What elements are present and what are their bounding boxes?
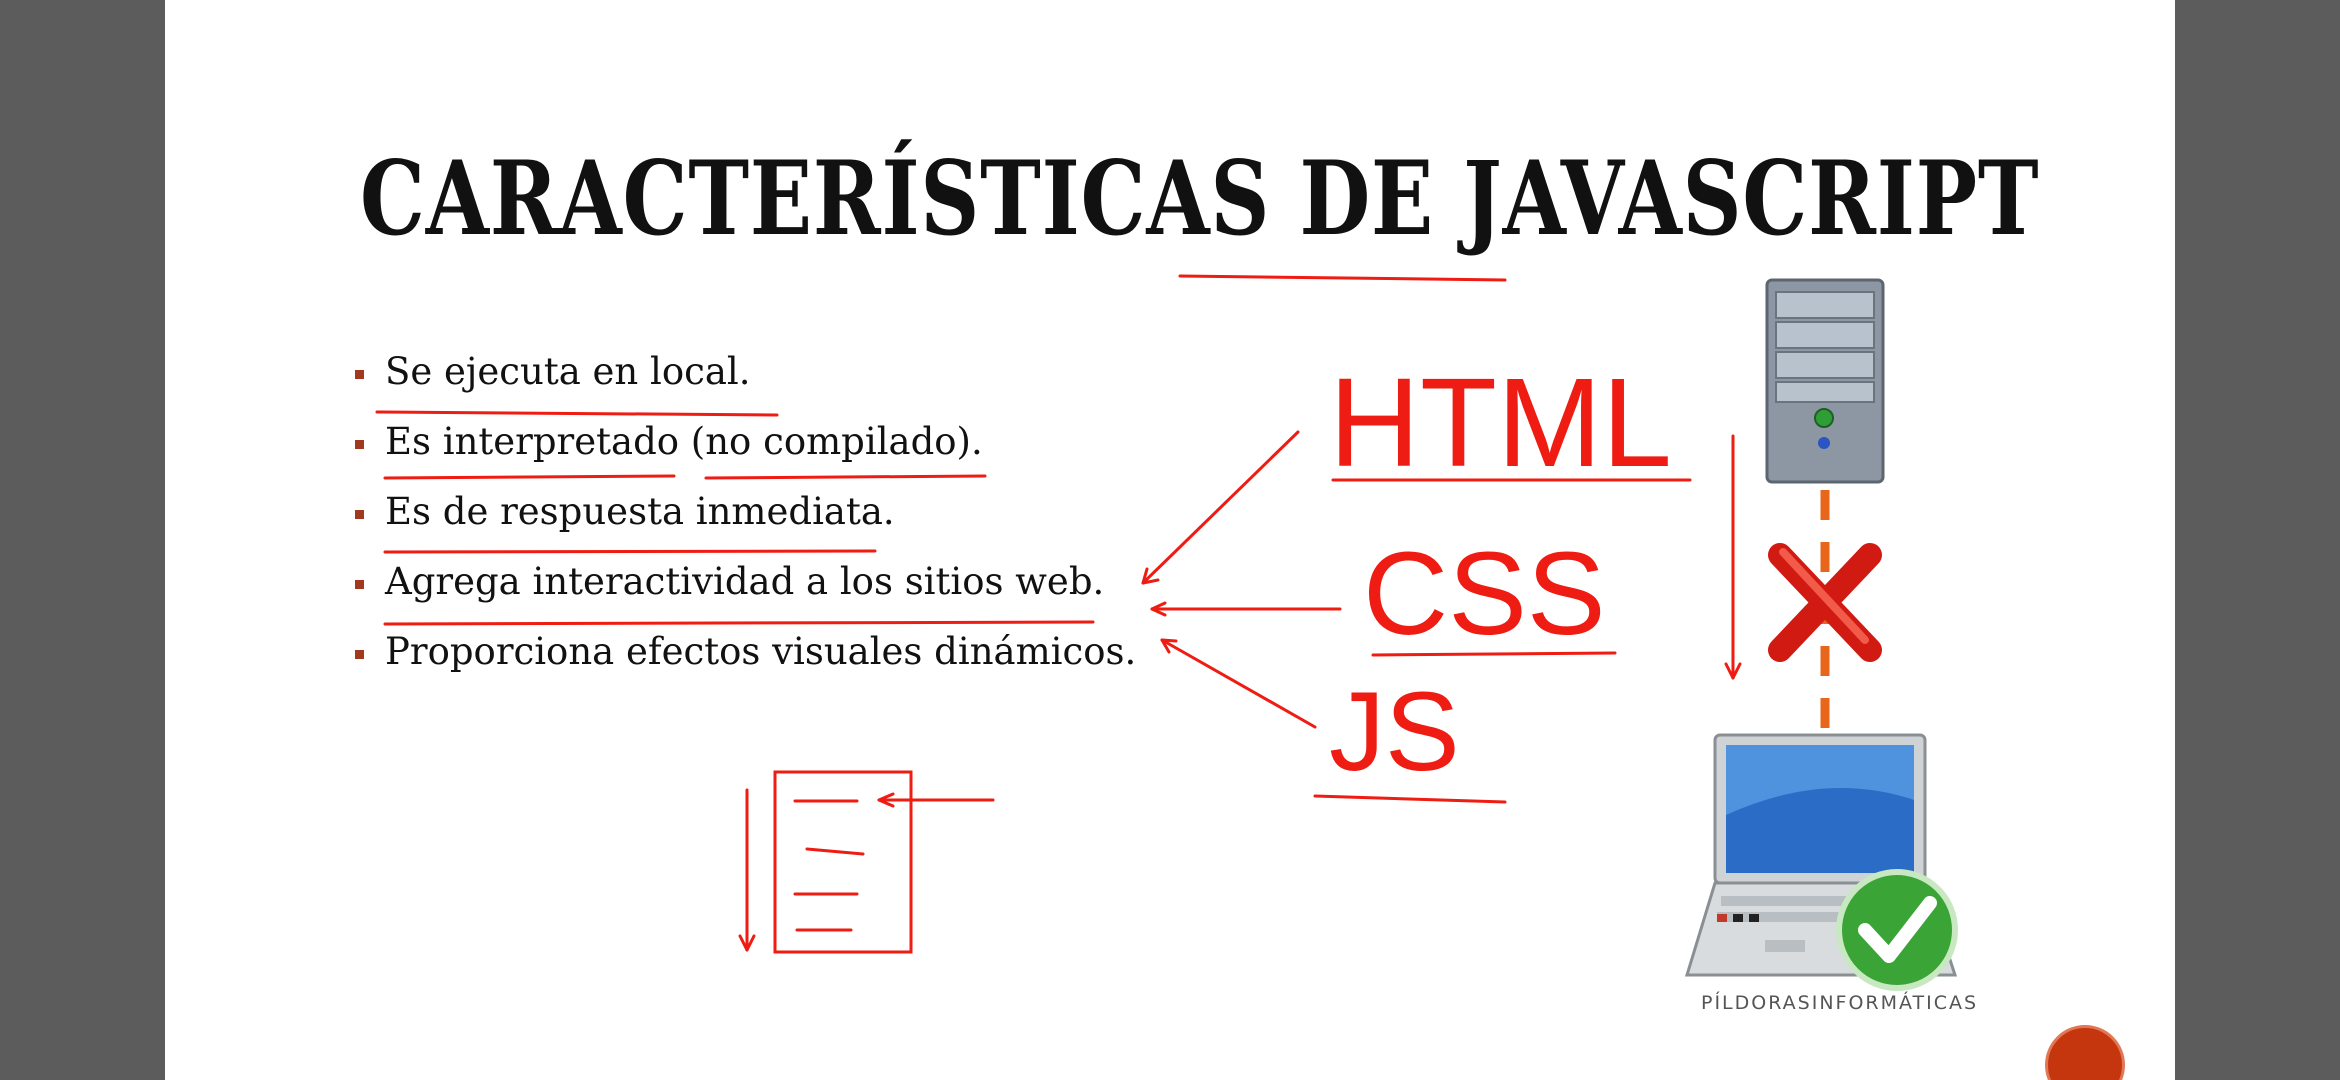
arrow-html-to-bullet — [1141, 430, 1300, 585]
slide-title: CARACTERÍSTICAS DE JAVASCRIPT — [360, 139, 2040, 259]
left-letterbox — [0, 0, 165, 1080]
css-label: CSS — [1363, 528, 1606, 660]
bullet-item: Agrega interactividad a los sitios web. — [355, 560, 1136, 630]
server-tower-icon — [1765, 278, 1885, 484]
brand-watermark: PÍLDORASINFORMÁTICAS — [1701, 992, 1979, 1014]
document-sketch-icon — [773, 770, 913, 954]
right-letterbox — [2175, 0, 2340, 1080]
slide: CARACTERÍSTICAS DE JAVASCRIPT Se ejecuta… — [165, 0, 2175, 1080]
bullet-item: Se ejecuta en local. — [355, 350, 1136, 420]
title-underline — [1178, 274, 1507, 282]
js-underline — [1313, 794, 1507, 804]
green-check-icon — [1836, 869, 1958, 991]
channel-badge — [2045, 1025, 2125, 1080]
red-x-icon — [1768, 543, 1882, 662]
laptop-icon — [1684, 733, 1958, 977]
bullet-item: Proporciona efectos visuales dinámicos. — [355, 630, 1136, 700]
html-label: HTML — [1329, 352, 1672, 493]
bullet-item: Es interpretado (no compilado). — [355, 420, 1136, 490]
bullet-list: Se ejecuta en local. Es interpretado (no… — [355, 350, 1136, 700]
bullet-item: Es de respuesta inmediata. — [355, 490, 1136, 560]
arrow-js-to-bullet — [1160, 638, 1317, 729]
js-label: JS — [1329, 669, 1460, 794]
